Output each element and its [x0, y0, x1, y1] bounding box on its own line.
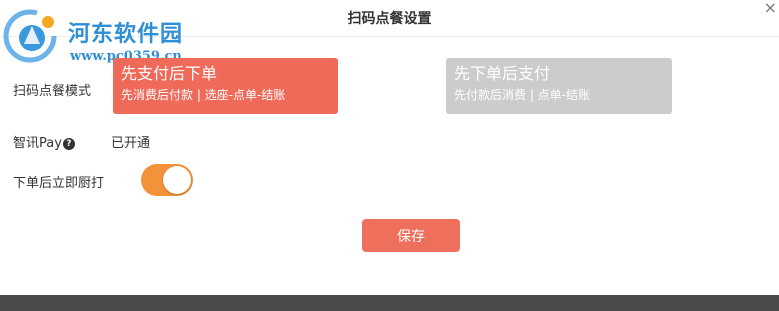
order-mode-option-pay-first[interactable]: 先支付后下单 先消费后付款 | 选座-点单-结账	[113, 58, 338, 114]
order-mode-option-subtitle: 先付款后消费 | 点单-结账	[454, 88, 591, 102]
watermark-logo: 河东软件园 www.pc0359.cn	[2, 6, 212, 66]
print-after-order-toggle[interactable]	[141, 164, 193, 196]
bottom-bar	[0, 295, 779, 311]
zhixun-pay-label: 智讯Pay	[13, 136, 62, 151]
watermark-logo-icon	[3, 9, 57, 63]
zhixun-pay-row-label: 智讯Pay?	[13, 132, 75, 151]
save-button[interactable]: 保存	[362, 219, 460, 252]
toggle-knob	[163, 166, 191, 194]
order-mode-option-subtitle: 先消费后付款 | 选座-点单-结账	[121, 88, 286, 102]
help-icon[interactable]: ?	[62, 138, 75, 150]
order-mode-label: 扫码点餐模式	[13, 84, 92, 99]
zhixun-pay-status: 已开通	[111, 136, 151, 151]
order-mode-option-order-first[interactable]: 先下单后支付 先付款后消费 | 点单-结账	[446, 58, 672, 114]
watermark-site-name: 河东软件园	[68, 21, 184, 47]
order-mode-option-title: 先下单后支付	[454, 64, 551, 83]
print-after-order-label: 下单后立即厨打	[13, 176, 105, 191]
close-icon[interactable]: ×	[764, 0, 777, 17]
order-mode-option-title: 先支付后下单	[121, 64, 218, 83]
